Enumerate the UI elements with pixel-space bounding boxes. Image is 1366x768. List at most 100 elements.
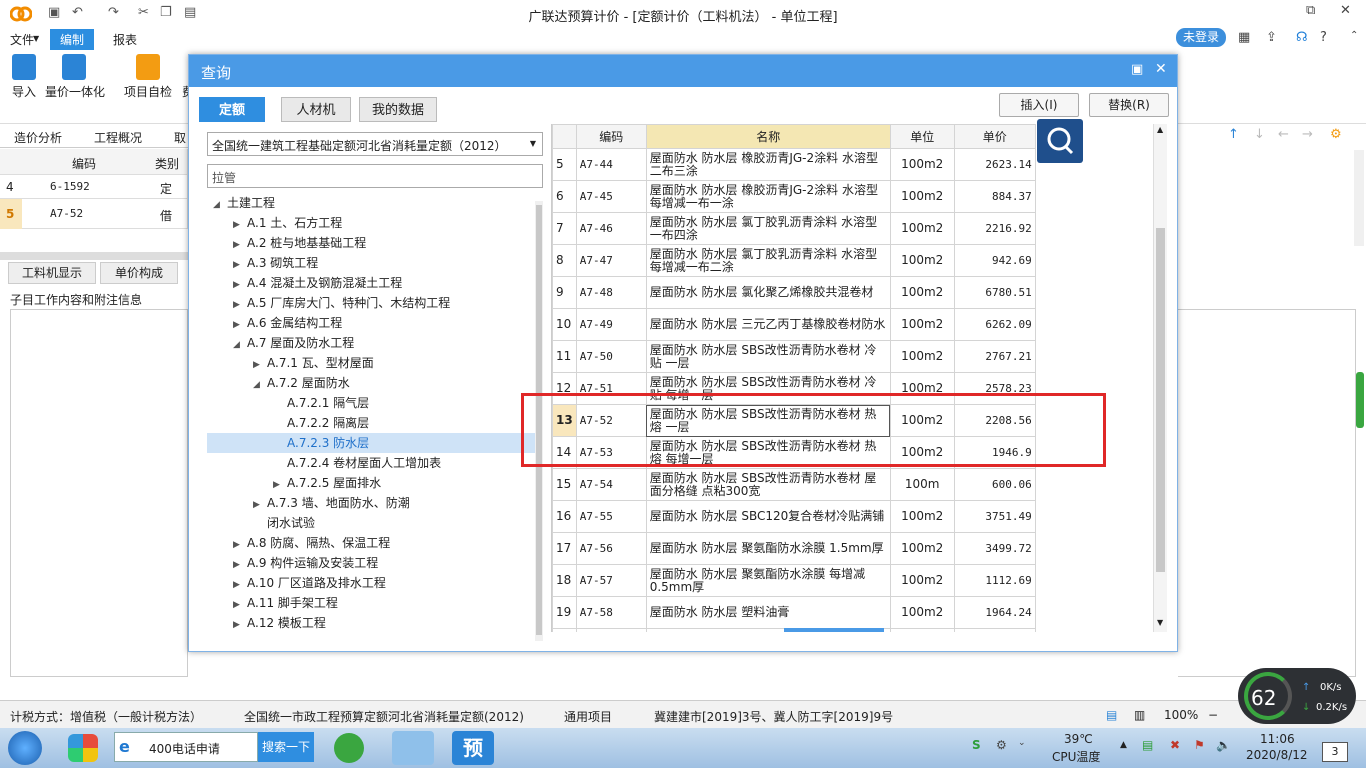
move-right-icon[interactable]: → bbox=[1302, 127, 1313, 142]
collapsed-icon[interactable]: ▶ bbox=[253, 355, 267, 375]
tree-node[interactable]: A.7.2.4 卷材屋面人工增加表 bbox=[207, 453, 535, 473]
yu-app-icon[interactable]: 预 bbox=[452, 731, 494, 765]
restore-icon[interactable]: ⧉ bbox=[1306, 3, 1315, 18]
tree-node[interactable]: ▶ A.4 混凝土及钢筋混凝土工程 bbox=[207, 273, 535, 293]
collapsed-icon[interactable]: ▶ bbox=[233, 535, 247, 555]
headset-icon[interactable]: ☊ bbox=[1296, 30, 1308, 45]
grid-scrollbar[interactable]: ▲ ▼ bbox=[1153, 124, 1167, 632]
table-row[interactable]: 17 A7-56 屋面防水 防水层 聚氨酯防水涂膜 1.5mm厚 100m2 3499.… bbox=[552, 532, 1036, 565]
menu-file[interactable]: 文件 bbox=[10, 31, 34, 48]
expanded-icon[interactable]: ◢ bbox=[213, 195, 227, 215]
col-code-header[interactable]: 编码 bbox=[575, 124, 647, 149]
tree-node[interactable]: ▶ A.9 构件运输及安装工程 bbox=[207, 553, 535, 573]
search-input[interactable]: 拉管 bbox=[207, 164, 543, 188]
tab-project-overview[interactable]: 工程概况 bbox=[94, 129, 142, 146]
table-row[interactable]: 18 A7-57 屋面防水 防水层 聚氨酯防水涂膜 每增减0.5mm厚 100m2 11… bbox=[552, 564, 1036, 597]
help-icon[interactable]: ? bbox=[1320, 30, 1327, 45]
tree-node[interactable]: A.7.2.3 防水层 bbox=[207, 433, 535, 453]
volume-icon[interactable]: 🔈 bbox=[1216, 738, 1231, 752]
col-unit-header[interactable]: 单位 bbox=[889, 124, 955, 149]
import-icon[interactable] bbox=[12, 54, 36, 80]
table-row[interactable]: 10 A7-49 屋面防水 防水层 三元乙丙丁基橡胶卷材防水 100m2 6262.09 bbox=[552, 308, 1036, 341]
collapsed-icon[interactable]: ▶ bbox=[273, 475, 287, 495]
move-down-icon[interactable]: ↓ bbox=[1254, 127, 1265, 142]
collapsed-icon[interactable]: ▶ bbox=[233, 555, 247, 575]
move-up-icon[interactable]: ↑ bbox=[1228, 127, 1239, 142]
start-button[interactable] bbox=[8, 731, 42, 765]
table-row[interactable]: 8 A7-47 屋面防水 防水层 氯丁胶乳沥青涂料 水溶型 每增减一布二涂 100m2… bbox=[552, 244, 1036, 277]
scroll-up-icon[interactable]: ▲ bbox=[1157, 125, 1163, 134]
tree-node[interactable]: ▶ A.7.2.5 屋面排水 bbox=[207, 473, 535, 493]
notification-badge[interactable]: 3 bbox=[1322, 742, 1348, 762]
tab-my-data[interactable]: 我的数据 bbox=[359, 97, 437, 122]
table-row[interactable]: 4 6-1592 定 bbox=[0, 175, 188, 199]
layout-icon[interactable]: ▤ bbox=[1106, 708, 1117, 722]
tree-node[interactable]: ▶ A.11 脚手架工程 bbox=[207, 593, 535, 613]
library-select[interactable]: 全国统一建筑工程基础定额河北省消耗量定额（2012） ▼ bbox=[207, 132, 543, 156]
grid-view-icon[interactable]: ▦ bbox=[1238, 30, 1250, 45]
tab-quota[interactable]: 定额 bbox=[199, 97, 265, 122]
expanded-icon[interactable]: ◢ bbox=[233, 335, 247, 355]
network-icon[interactable]: ✖ bbox=[1170, 738, 1180, 752]
col-name-header[interactable]: 名称 bbox=[645, 124, 891, 149]
table-row[interactable]: 19 A7-58 屋面防水 防水层 塑料油膏 100m2 1964.24 bbox=[552, 596, 1036, 629]
menu-edit[interactable]: 编制 bbox=[50, 29, 95, 50]
grid-scroll-thumb[interactable] bbox=[1156, 228, 1165, 572]
table-row[interactable]: 16 A7-55 屋面防水 防水层 SBC120复合卷材冷贴满铺 100m2 3751.… bbox=[552, 500, 1036, 533]
table-row[interactable]: 9 A7-48 屋面防水 防水层 氯化聚乙烯橡胶共混卷材 100m2 6780.51 bbox=[552, 276, 1036, 309]
tab-unit-price[interactable]: 单价构成 bbox=[100, 262, 178, 284]
upload-icon[interactable]: ⇪ bbox=[1266, 30, 1277, 45]
security-icon[interactable]: ⚑ bbox=[1194, 738, 1205, 752]
table-row[interactable]: 5 A7-44 屋面防水 防水层 橡胶沥青JG-2涂料 水溶型 二布三涂 100m2 2… bbox=[552, 148, 1036, 181]
tree-node[interactable]: ▶ A.6 金属结构工程 bbox=[207, 313, 535, 333]
tree-node[interactable]: ▶ A.7.3 墙、地面防水、防潮 bbox=[207, 493, 535, 513]
login-button[interactable]: 未登录 bbox=[1176, 28, 1226, 47]
split-icon[interactable]: ▥ bbox=[1134, 708, 1145, 722]
collapsed-icon[interactable]: ▶ bbox=[233, 215, 247, 235]
tray-expand-icon[interactable]: ⌄ bbox=[1018, 738, 1026, 748]
replace-button[interactable]: 替换(R) bbox=[1089, 93, 1169, 117]
ie-taskbar-item[interactable]: e 400电话申请 bbox=[114, 732, 258, 762]
collapse-ribbon-icon[interactable]: ⌃ bbox=[1350, 30, 1358, 41]
tray-settings-icon[interactable]: ⚙ bbox=[996, 738, 1007, 752]
app-tile-icon[interactable] bbox=[68, 734, 98, 762]
tree-node[interactable]: ▶ A.10 厂区道路及排水工程 bbox=[207, 573, 535, 593]
self-check-icon[interactable] bbox=[136, 54, 160, 80]
tab-labor-material-machine[interactable]: 人材机 bbox=[281, 97, 351, 122]
tree-node[interactable]: ▶ A.7.1 瓦、型材屋面 bbox=[207, 353, 535, 373]
tab-cost-analysis[interactable]: 造价分析 bbox=[14, 129, 62, 146]
tree-node[interactable]: ▶ A.1 土、石方工程 bbox=[207, 213, 535, 233]
insert-button[interactable]: 插入(I) bbox=[999, 93, 1079, 117]
table-row[interactable]: 15 A7-54 屋面防水 防水层 SBS改性沥青防水卷材 屋面分格缝 点粘300宽… bbox=[552, 468, 1036, 501]
collapsed-icon[interactable]: ▶ bbox=[233, 235, 247, 255]
collapsed-icon[interactable]: ▶ bbox=[233, 575, 247, 595]
tree-node[interactable]: 闭水试验 bbox=[207, 513, 535, 533]
green-side-handle[interactable] bbox=[1356, 372, 1364, 428]
scroll-down-icon[interactable]: ▼ bbox=[1157, 618, 1163, 627]
expanded-icon[interactable]: ◢ bbox=[253, 375, 267, 395]
search-button[interactable] bbox=[1037, 119, 1083, 163]
collapsed-icon[interactable]: ▶ bbox=[233, 595, 247, 615]
tab-fee[interactable]: 取 bbox=[174, 129, 186, 146]
table-row[interactable]: 7 A7-46 屋面防水 防水层 氯丁胶乳沥青涂料 水溶型 一布四涂 100m2 221… bbox=[552, 212, 1036, 245]
close-window-icon[interactable]: ✕ bbox=[1340, 3, 1351, 18]
tray-up-icon[interactable]: ▲ bbox=[1120, 740, 1127, 750]
tab-labor-material[interactable]: 工料机显示 bbox=[8, 262, 96, 284]
collapsed-icon[interactable]: ▶ bbox=[233, 255, 247, 275]
tree-node[interactable]: ▶ A.12 模板工程 bbox=[207, 613, 535, 633]
tree-node[interactable]: A.7.2.2 隔离层 bbox=[207, 413, 535, 433]
refresh-app-icon[interactable] bbox=[334, 733, 364, 763]
collapsed-icon[interactable]: ▶ bbox=[253, 495, 267, 515]
sogou-icon[interactable]: S bbox=[972, 738, 981, 752]
chat-app-icon[interactable] bbox=[392, 731, 434, 765]
move-left-icon[interactable]: ← bbox=[1278, 127, 1289, 142]
maximize-icon[interactable]: ▣ bbox=[1131, 62, 1143, 77]
settings-icon[interactable]: ⚙ bbox=[1330, 127, 1342, 142]
collapsed-icon[interactable]: ▶ bbox=[233, 315, 247, 335]
quantity-price-icon[interactable] bbox=[62, 54, 86, 80]
table-row[interactable]: 5 A7-52 借 bbox=[0, 199, 188, 229]
search-once-button[interactable]: 搜索一下 bbox=[258, 732, 314, 762]
tree-node[interactable]: ▶ A.2 桩与地基基础工程 bbox=[207, 233, 535, 253]
input-method-icon[interactable]: ▤ bbox=[1142, 738, 1153, 752]
collapsed-icon[interactable]: ▶ bbox=[233, 615, 247, 635]
